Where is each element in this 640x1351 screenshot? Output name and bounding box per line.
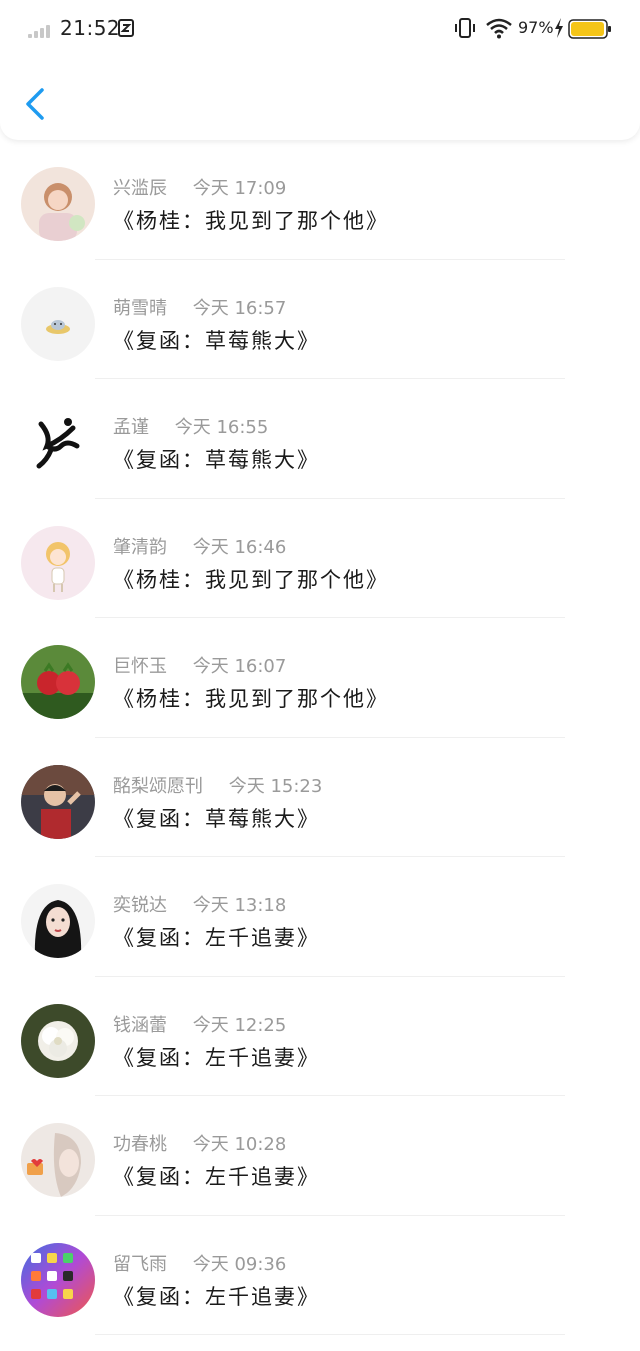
- message-text: 《复函：左千追妻》: [113, 1045, 320, 1070]
- message-time: 今天 12:25: [192, 1014, 287, 1036]
- sender-name: 孟谨: [113, 417, 149, 438]
- message-meta: 肇清韵 今天 16:46: [113, 533, 286, 559]
- message-time: 今天 16:07: [192, 656, 287, 677]
- divider: [95, 1334, 565, 1335]
- message-time: 今天 17:09: [192, 178, 287, 199]
- message-time: 今天 16:55: [174, 417, 269, 438]
- white-flower-avatar[interactable]: [21, 1003, 95, 1078]
- message-time: 今天 16:46: [192, 536, 287, 558]
- message-time: 今天 15:23: [228, 775, 323, 797]
- cat-on-plate-avatar[interactable]: [21, 286, 95, 361]
- silent-mode-icon: [118, 19, 134, 37]
- anime-girl-avatar[interactable]: [21, 884, 95, 958]
- message-text: 《复函：左千追妻》: [113, 1284, 320, 1309]
- charging-icon: [555, 18, 563, 38]
- message-time: 今天 10:28: [192, 1134, 287, 1155]
- message-meta: 钱涵蕾 今天 12:25: [113, 1011, 286, 1037]
- message-item[interactable]: 肇清韵 今天 16:46 《杨桂：我见到了那个他》: [0, 499, 640, 618]
- sender-name: 兴滥辰: [113, 178, 167, 199]
- message-text: 《杨桂：我见到了那个他》: [113, 209, 389, 233]
- message-text: 《杨桂：我见到了那个他》: [113, 567, 389, 592]
- message-text: 《复函：草莓熊大》: [113, 328, 320, 353]
- message-text: 《杨桂：我见到了那个他》: [113, 687, 389, 711]
- cartoon-girl-avatar[interactable]: [21, 525, 95, 600]
- phone-screen-avatar[interactable]: [21, 1242, 95, 1317]
- message-meta: 孟谨 今天 16:55: [113, 413, 268, 439]
- back-button[interactable]: [18, 82, 52, 126]
- wifi-icon: [486, 18, 512, 39]
- message-text: 《复函：左千追妻》: [113, 1165, 320, 1189]
- message-meta: 留飞雨 今天 09:36: [113, 1250, 286, 1276]
- message-meta: 酩梨颂愿刊 今天 15:23: [113, 772, 322, 798]
- sender-name: 酩梨颂愿刊: [113, 775, 203, 797]
- message-meta: 功春桃 今天 10:28: [113, 1130, 286, 1156]
- message-text: 《复函：草莓熊大》: [113, 448, 320, 472]
- message-item[interactable]: 萌雪晴 今天 16:57 《复函：草莓熊大》: [0, 260, 640, 379]
- message-item[interactable]: 酩梨颂愿刊 今天 15:23 《复函：草莓熊大》: [0, 738, 640, 857]
- message-list: 兴滥辰 今天 17:09 《杨桂：我见到了那个他》 萌雪晴 今天 16:57 《…: [0, 140, 640, 1351]
- message-text: 《复函：左千追妻》: [113, 926, 320, 950]
- sender-name: 萌雪晴: [113, 297, 167, 319]
- battery-percent: 97%: [518, 18, 554, 37]
- message-item[interactable]: 兴滥辰 今天 17:09 《杨桂：我见到了那个他》: [0, 140, 640, 260]
- message-item[interactable]: 功春桃 今天 10:28 《复函：左千追妻》: [0, 1096, 640, 1216]
- sender-name: 留飞雨: [113, 1253, 167, 1275]
- boy-photo-avatar[interactable]: [21, 764, 95, 839]
- message-time: 今天 09:36: [192, 1253, 287, 1275]
- sender-name: 肇清韵: [113, 536, 167, 558]
- battery-icon: [568, 19, 611, 39]
- dancer-sketch-avatar[interactable]: [21, 406, 95, 480]
- message-meta: 巨怀玉 今天 16:07: [113, 652, 286, 678]
- status-bar: 21:52 97%: [0, 0, 640, 60]
- sender-name: 奕锐达: [113, 895, 167, 916]
- message-text: 《复函：草莓熊大》: [113, 806, 320, 831]
- vibrate-icon: [455, 18, 475, 38]
- message-meta: 奕锐达 今天 13:18: [113, 891, 286, 917]
- message-item[interactable]: 奕锐达 今天 13:18 《复函：左千追妻》: [0, 857, 640, 977]
- message-item[interactable]: 留飞雨 今天 09:36 《复函：左千追妻》: [0, 1216, 640, 1335]
- message-time: 今天 16:57: [192, 297, 287, 319]
- sender-name: 钱涵蕾: [113, 1014, 167, 1036]
- header-bar: 21:52 97%: [0, 0, 640, 140]
- status-time: 21:52: [60, 16, 121, 40]
- strawberries-avatar[interactable]: [21, 645, 95, 719]
- message-item[interactable]: 钱涵蕾 今天 12:25 《复函：左千追妻》: [0, 977, 640, 1096]
- sender-name: 功春桃: [113, 1134, 167, 1155]
- message-meta: 兴滥辰 今天 17:09: [113, 174, 286, 200]
- signal-icon: [28, 22, 54, 38]
- sender-name: 巨怀玉: [113, 656, 167, 677]
- message-item[interactable]: 巨怀玉 今天 16:07 《杨桂：我见到了那个他》: [0, 618, 640, 738]
- woman-portrait-avatar[interactable]: [21, 1123, 95, 1197]
- message-time: 今天 13:18: [192, 895, 287, 916]
- girl-portrait-avatar[interactable]: [21, 167, 95, 241]
- message-meta: 萌雪晴 今天 16:57: [113, 294, 286, 320]
- message-item[interactable]: 孟谨 今天 16:55 《复函：草莓熊大》: [0, 379, 640, 499]
